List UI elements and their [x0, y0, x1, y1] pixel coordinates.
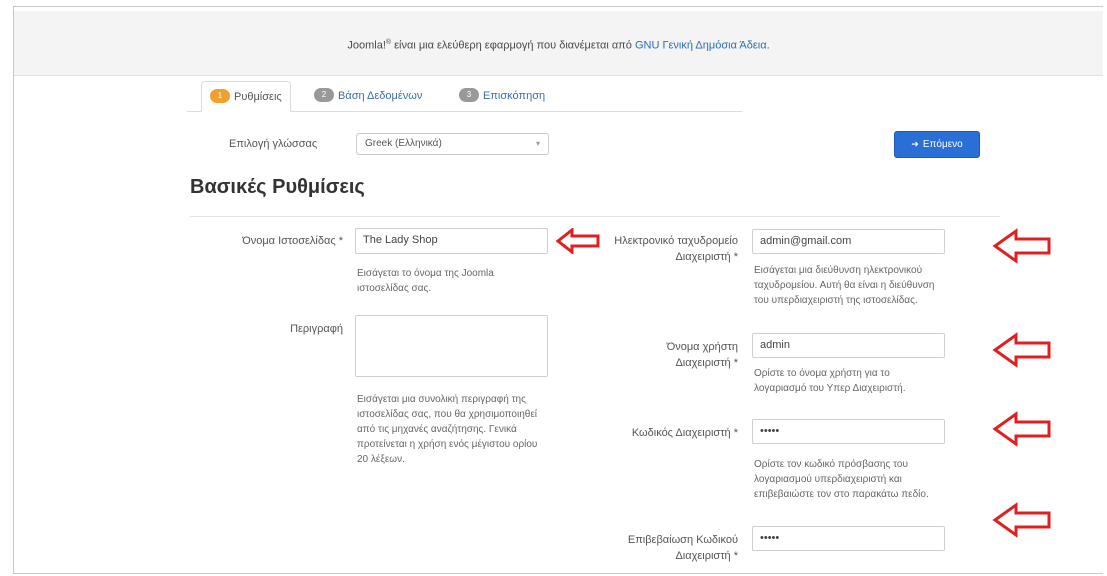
language-label: Επιλογή γλώσσας [229, 138, 318, 150]
next-button[interactable]: ➜ Επόμενο [894, 131, 980, 158]
language-select[interactable]: Greek (Ελληνικά) ▾ [356, 133, 549, 155]
brand-name: Joomla! [347, 39, 386, 52]
tab-label: Επισκόπηση [483, 90, 546, 102]
heading-divider [190, 216, 1000, 217]
next-button-label: Επόμενο [922, 139, 963, 150]
site-name-label: Όνομα Ιστοσελίδας * [242, 235, 343, 247]
step-badge: 3 [459, 88, 479, 103]
step-badge: 2 [314, 88, 334, 103]
annotation-arrow-icon [992, 332, 1051, 368]
annotation-arrow-icon [992, 502, 1051, 538]
tab-settings[interactable]: 1 Ρυθμίσεις [201, 81, 291, 112]
annotation-arrow-icon [992, 411, 1051, 447]
description-help: Εισάγεται μια συνολική περιγραφή της ιστ… [357, 394, 538, 465]
description-label: Περιγραφή [290, 323, 343, 335]
confirm-password-input[interactable]: ••••• [752, 526, 945, 551]
confirm-password-label: Επιβεβαίωση Κωδικού Διαχειριστή * [627, 534, 738, 562]
username-input[interactable]: admin [752, 333, 945, 358]
password-label: Κωδικός Διαχειριστή * [631, 427, 738, 439]
site-name-help: Εισάγεται το όνομα της Joomla ιστοσελίδα… [357, 268, 494, 294]
license-notice: Joomla!® είναι μια ελεύθερη εφαρμογή που… [14, 11, 1103, 76]
site-name-input[interactable]: The Lady Shop [355, 228, 548, 254]
annotation-arrow-icon [992, 228, 1051, 264]
step-badge: 1 [210, 89, 230, 104]
username-help: Ορίστε το όνομα χρήστη για το λογαριασμό… [754, 368, 906, 394]
language-value: Greek (Ελληνικά) [365, 138, 442, 149]
email-label: Ηλεκτρονικό ταχυδρομείο Διαχειριστή * [614, 235, 738, 263]
page-title: Βασικές Ρυθμίσεις [190, 176, 365, 198]
gpl-link[interactable]: GNU Γενική Δημόσια Άδεια [635, 40, 767, 52]
password-input[interactable]: ••••• [752, 419, 945, 444]
arrow-right-icon: ➜ [911, 139, 919, 149]
password-help: Ορίστε τον κωδικό πρόσβασης του λογαριασ… [754, 459, 929, 500]
email-input[interactable]: admin@gmail.com [752, 229, 945, 254]
notice-text: είναι μια ελεύθερη εφαρμογή που διανέμετ… [391, 39, 635, 52]
username-label: Όνομα χρήστη Διαχειριστή * [666, 341, 738, 369]
email-help: Εισάγεται μια διεύθυνση ηλεκτρονικού ταχ… [754, 265, 935, 306]
chevron-down-icon: ▾ [535, 139, 540, 148]
tab-label: Ρυθμίσεις [234, 91, 282, 103]
tab-label: Βάση Δεδομένων [338, 90, 423, 102]
tab-overview[interactable]: 3 Επισκόπηση [451, 81, 553, 111]
description-textarea[interactable] [355, 315, 548, 377]
tab-database[interactable]: 2 Βάση Δεδομένων [306, 81, 430, 111]
notice-tail: . [766, 39, 770, 52]
